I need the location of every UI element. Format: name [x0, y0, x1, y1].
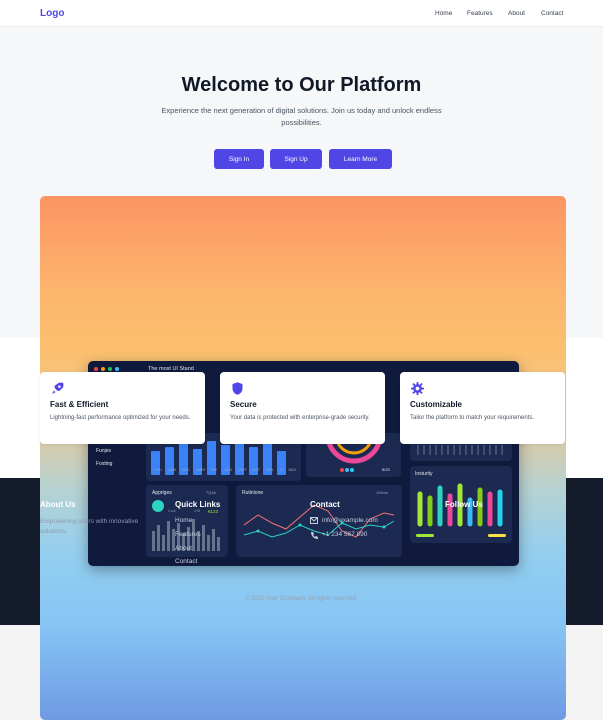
logo[interactable]: Logo	[40, 8, 64, 19]
dashboard-sidebar-item: Fosting	[96, 461, 113, 467]
axis-label: 12M	[210, 468, 217, 472]
learn-more-button[interactable]: Learn More	[329, 149, 392, 169]
feature-card-customizable: Customizable Tailor the platform to matc…	[400, 372, 565, 444]
feature-title: Customizable	[410, 400, 463, 409]
footer-email[interactable]: info@example.com	[322, 517, 378, 524]
footer-follow-title: Follow Us	[445, 500, 483, 509]
mail-icon	[310, 517, 318, 524]
window-dots	[94, 367, 119, 371]
axis-label: 1ME9	[196, 468, 206, 472]
feature-card-secure: Secure Your data is protected with enter…	[220, 372, 385, 444]
donut-value: 5/23	[382, 467, 390, 472]
axis-label: 22	[280, 468, 284, 472]
shield-icon	[232, 382, 243, 395]
nav-link-features[interactable]: Features	[467, 10, 493, 17]
axis-label: 1025	[168, 468, 176, 472]
feature-card-fast: Fast & Efficient Lightning-fast performa…	[40, 372, 205, 444]
footer-phone[interactable]: +1 234 567 890	[322, 531, 367, 538]
top-navbar: Logo Home Features About Contact	[0, 0, 603, 27]
feature-description: Your data is protected with enterprise-g…	[230, 415, 370, 421]
footer-link-home[interactable]: Home	[175, 517, 192, 524]
hero-subtitle: Experience the next generation of digita…	[161, 106, 442, 127]
axis-label: 1YEF	[238, 468, 247, 472]
footer-contact-title: Contact	[310, 500, 340, 509]
hero-title: Welcome to Our Platform	[181, 74, 422, 96]
dashboard-sidebar-item: Funjes	[96, 448, 112, 454]
footer-about-title: About Us	[40, 500, 76, 509]
feature-description: Tailor the platform to match your requir…	[410, 415, 535, 421]
feature-description: Lightning-fast performance optimized for…	[50, 415, 191, 421]
phone-icon	[311, 532, 318, 539]
nav-link-contact[interactable]: Contact	[541, 10, 563, 17]
axis-label: 1Y21	[154, 468, 163, 472]
gear-icon	[410, 381, 425, 396]
axis-label: 2021	[182, 468, 190, 472]
copyright: © 2025 Your Company. All rights reserved…	[245, 596, 358, 602]
axis-label: 2021	[266, 468, 274, 472]
axis-label: 1819	[288, 468, 296, 472]
rocket-icon	[51, 382, 64, 395]
axis-label: 1203	[224, 468, 232, 472]
feature-title: Secure	[230, 400, 257, 409]
sign-in-button[interactable]: Sign In	[214, 149, 264, 169]
footer-link-features[interactable]: Features	[175, 531, 201, 538]
feature-title: Fast & Efficient	[50, 400, 109, 409]
sign-up-button[interactable]: Sign Up	[270, 149, 322, 169]
nav-link-home[interactable]: Home	[435, 10, 452, 17]
footer-quick-links-title: Quick Links	[175, 500, 221, 509]
nav-link-about[interactable]: About	[508, 10, 525, 17]
axis-label: 2027	[252, 468, 260, 472]
footer-link-contact[interactable]: Contact	[175, 558, 197, 565]
footer-about-text: Empowering users with innovative solutio…	[40, 518, 139, 535]
footer-link-about[interactable]: About	[175, 545, 192, 552]
